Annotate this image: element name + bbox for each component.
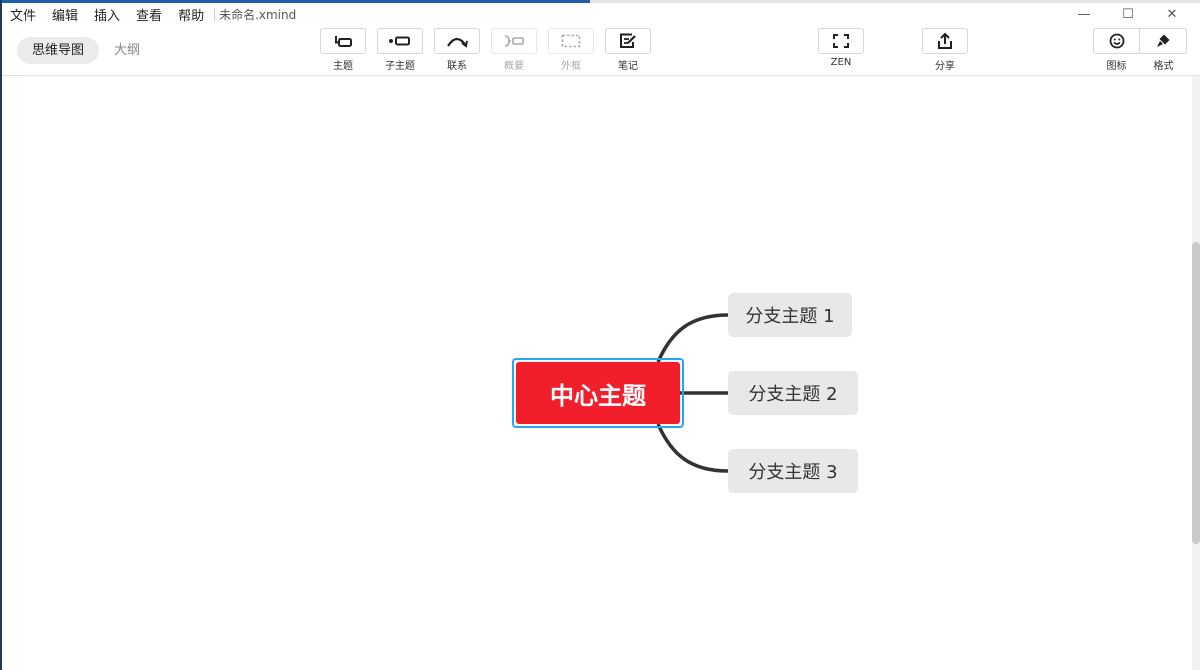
connector-branch-1 [656, 313, 729, 363]
branch-topic-1[interactable]: 分支主题 1 [728, 293, 852, 337]
scrollbar-thumb[interactable] [1192, 242, 1200, 544]
connector-branch-3 [656, 423, 729, 473]
xmind-window: 文件 编辑 插入 查看 帮助 未命名.xmind — ☐ ✕ 思维导图 大纲 主… [0, 0, 1200, 670]
branch-topic-2[interactable]: 分支主题 2 [728, 371, 858, 415]
connector-lines [656, 313, 729, 473]
branch-topic-3[interactable]: 分支主题 3 [728, 449, 858, 493]
central-topic[interactable]: 中心主题 [516, 362, 680, 424]
